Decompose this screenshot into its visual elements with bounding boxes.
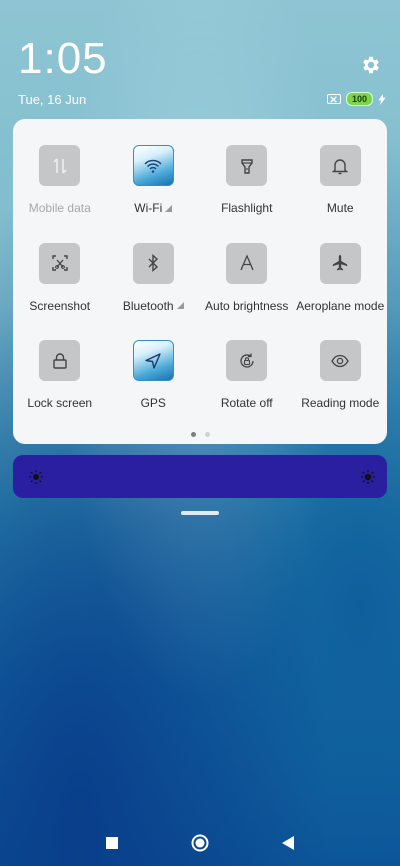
tile-label: Wi-Fi xyxy=(134,201,163,215)
tile-wifi[interactable]: Wi-Fi xyxy=(107,145,201,243)
tile-flashlight[interactable]: Flashlight xyxy=(200,145,294,243)
tile-label: Flashlight xyxy=(221,201,273,215)
navigation-bar xyxy=(0,832,400,854)
recents-square-icon[interactable] xyxy=(103,834,121,852)
battery-badge: 100 xyxy=(345,92,373,106)
quick-settings-panel: Mobile data Wi-Fi Flashlight Mute Screen… xyxy=(13,119,387,444)
back-triangle-icon[interactable] xyxy=(279,834,297,852)
panel-drag-handle[interactable] xyxy=(181,511,219,515)
auto-brightness-icon xyxy=(226,242,268,284)
page-dot[interactable] xyxy=(204,432,210,437)
no-sim-icon xyxy=(326,94,341,104)
lock-icon xyxy=(39,340,81,381)
flashlight-icon xyxy=(226,145,268,186)
tile-label: Bluetooth xyxy=(122,298,174,313)
tile-label: Mute xyxy=(326,201,354,215)
brightness-slider[interactable] xyxy=(13,455,387,498)
bell-icon xyxy=(319,145,361,186)
bluetooth-icon xyxy=(132,242,174,284)
expand-triangle-icon xyxy=(176,302,184,309)
tile-auto-brightness[interactable]: Auto brightness xyxy=(200,242,294,341)
clock: 1:05 xyxy=(18,34,108,83)
mobile-data-icon xyxy=(39,145,81,186)
brightness-high-icon xyxy=(361,469,375,484)
brightness-low-icon xyxy=(29,469,43,484)
airplane-icon xyxy=(319,242,361,284)
tile-lock-screen[interactable]: Lock screen xyxy=(13,340,107,438)
screenshot-icon xyxy=(39,242,81,284)
tile-aeroplane-mode[interactable]: Aeroplane mode xyxy=(294,242,388,341)
eye-icon xyxy=(319,340,361,381)
tile-label: Auto brightness xyxy=(205,298,289,313)
tile-label: Reading mode xyxy=(301,396,380,410)
tile-rotate-off[interactable]: Rotate off xyxy=(200,340,294,438)
tile-label: GPS xyxy=(140,396,166,410)
wifi-icon xyxy=(132,145,174,186)
date-label: Tue, 16 Jun xyxy=(18,92,87,107)
location-arrow-icon xyxy=(132,340,174,381)
quick-settings-grid: Mobile data Wi-Fi Flashlight Mute Screen… xyxy=(13,145,387,438)
home-circle-icon[interactable] xyxy=(191,834,209,852)
charging-bolt-icon xyxy=(378,93,386,105)
tile-mobile-data[interactable]: Mobile data xyxy=(13,145,107,243)
tile-label: Screenshot xyxy=(29,298,91,313)
settings-gear-icon[interactable] xyxy=(360,54,382,76)
tile-label: Mobile data xyxy=(28,201,91,215)
rotate-lock-icon xyxy=(226,340,268,381)
tile-bluetooth[interactable]: Bluetooth xyxy=(107,242,201,341)
tile-screenshot[interactable]: Screenshot xyxy=(13,242,107,341)
tile-gps[interactable]: GPS xyxy=(107,340,201,438)
tile-label: Lock screen xyxy=(27,396,93,410)
page-dot-active[interactable] xyxy=(190,432,196,437)
expand-triangle-icon xyxy=(165,204,173,212)
page-indicator xyxy=(13,432,387,437)
tile-reading-mode[interactable]: Reading mode xyxy=(294,340,388,438)
tile-label: Rotate off xyxy=(220,396,273,410)
status-icons: 100 xyxy=(326,92,386,106)
tile-label: Aeroplane mode xyxy=(296,298,385,313)
tile-mute[interactable]: Mute xyxy=(294,145,388,243)
